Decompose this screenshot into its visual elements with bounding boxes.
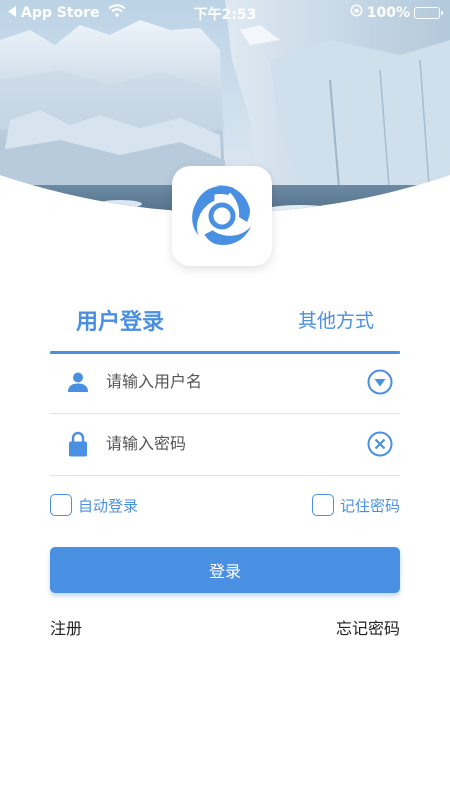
battery-percent: 100% bbox=[366, 4, 410, 21]
lock-icon bbox=[50, 431, 106, 457]
forgot-password-link[interactable]: 忘记密码 bbox=[336, 615, 400, 639]
checkbox-box[interactable] bbox=[50, 494, 72, 516]
password-input[interactable] bbox=[106, 434, 360, 453]
register-link[interactable]: 注册 bbox=[50, 615, 82, 639]
orientation-lock-icon bbox=[350, 4, 363, 21]
dropdown-circle-icon[interactable] bbox=[360, 369, 400, 395]
username-input[interactable] bbox=[106, 372, 360, 391]
login-options: 自动登录 记住密码 bbox=[50, 494, 400, 520]
auto-login-checkbox[interactable]: 自动登录 bbox=[50, 494, 138, 516]
battery-icon bbox=[414, 6, 443, 19]
app-logo bbox=[172, 166, 272, 266]
auto-login-label: 自动登录 bbox=[78, 496, 139, 515]
remember-password-label: 记住密码 bbox=[339, 496, 400, 515]
tab-other-methods[interactable]: 其他方式 bbox=[298, 306, 374, 333]
checkbox-box[interactable] bbox=[311, 494, 334, 516]
tab-user-login[interactable]: 用户登录 bbox=[76, 304, 164, 336]
username-row bbox=[50, 350, 400, 414]
password-row bbox=[50, 412, 400, 476]
user-icon bbox=[50, 371, 106, 393]
login-button[interactable]: 登录 bbox=[50, 547, 400, 593]
status-bar: App Store 下午2:53 100% bbox=[0, 0, 450, 26]
login-tabs: 用户登录 其他方式 bbox=[50, 296, 400, 354]
clear-circle-icon[interactable] bbox=[360, 431, 400, 457]
remember-password-checkbox[interactable]: 记住密码 bbox=[311, 494, 400, 516]
